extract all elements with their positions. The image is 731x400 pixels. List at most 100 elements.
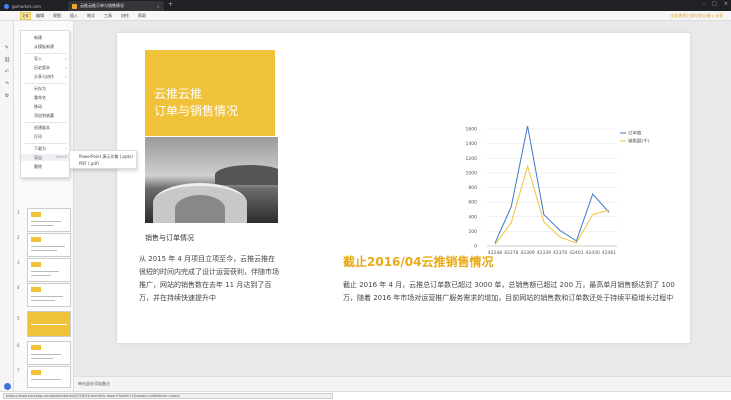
doc-favicon-icon xyxy=(72,3,77,9)
legend-label: 订单数 xyxy=(628,130,642,137)
file-menu-item[interactable]: 移动 xyxy=(21,103,71,110)
link-icon[interactable]: ⛓ xyxy=(4,57,10,63)
slide-number: 7 xyxy=(17,368,20,373)
slide-canvas[interactable]: 云推云推 订单与销售情况 销售与订单情况 从 2015 年 4 月项目立项至今，… xyxy=(117,33,690,343)
hotkey-label: Ctrl+E xyxy=(55,155,67,159)
right-paragraph[interactable]: 截止 2016 年 4 月，云推总订单数已超过 3000 单，总销售额已超过 2… xyxy=(343,279,687,305)
y-tick-label: 1200 xyxy=(466,156,478,162)
maximize-icon[interactable]: □ xyxy=(712,1,717,7)
undo-icon[interactable]: ↶ xyxy=(4,69,10,75)
series-line xyxy=(494,164,610,245)
menu-item-label: 新建 xyxy=(34,35,42,40)
menu-item-label: 重命名 xyxy=(34,95,46,100)
boat-photo[interactable] xyxy=(145,137,278,223)
file-menu-item[interactable]: 新建 xyxy=(21,34,71,41)
chevron-right-icon: › xyxy=(65,74,67,79)
x-tick-label: 42309 xyxy=(520,250,534,256)
menu-item-label: 创建副本 xyxy=(34,125,50,130)
slide-title-line2: 订单与销售情况 xyxy=(154,104,239,118)
x-tick-label: 42339 xyxy=(537,250,551,256)
menu-item-label: 历史版本 xyxy=(34,65,50,70)
slide-thumbnail[interactable] xyxy=(27,283,71,307)
menu-insert[interactable]: 插入 xyxy=(70,13,78,19)
file-menu-item[interactable]: 打印 xyxy=(21,133,71,140)
export-pdf-item[interactable]: PDF (.pdf) xyxy=(70,160,138,167)
menu-divider xyxy=(25,143,67,144)
file-menu-item[interactable]: 删除 xyxy=(21,163,71,170)
slide-number: 6 xyxy=(17,343,20,348)
file-menu-item[interactable]: 重命名 xyxy=(21,94,71,101)
menu-collab[interactable]: 协作 xyxy=(121,13,129,19)
menu-item-label: 导入 xyxy=(34,56,42,61)
notes-area[interactable]: 单击此处添加备注 xyxy=(74,376,731,391)
file-menu-item[interactable]: 导入 › xyxy=(21,55,71,62)
redo-icon[interactable]: ↷ xyxy=(4,81,10,87)
site-favicon-icon xyxy=(4,3,9,9)
x-tick-label: 42278 xyxy=(504,250,518,256)
browser-tab-active[interactable]: 云推云推订单与销售情况 × xyxy=(68,1,164,11)
file-dropdown-menu: 新建 从模板新建 导入 › 历史版本 › 分享与协作 › 另存为 重命名 移动 添加到收藏 创建副本 打印… xyxy=(20,30,71,178)
file-menu-item[interactable]: 创建副本 xyxy=(21,124,71,131)
file-menu-item[interactable]: 从模板新建 xyxy=(21,43,71,50)
y-tick-label: 600 xyxy=(468,200,477,206)
slide-number: 2 xyxy=(17,235,20,240)
section-heading[interactable]: 销售与订单情况 xyxy=(145,233,194,243)
menu-help[interactable]: 帮助 xyxy=(138,13,146,19)
slide-number: 3 xyxy=(17,260,20,265)
menu-edit[interactable]: 编辑 xyxy=(36,13,44,19)
slide-thumbnail[interactable] xyxy=(27,341,71,365)
browser-tab[interactable]: gomarket.com xyxy=(0,1,66,11)
close-tab-icon[interactable]: × xyxy=(157,4,160,9)
export-submenu: PowerPoint 演示文稿 (.pptx) PDF (.pdf) xyxy=(69,150,137,169)
close-window-icon[interactable]: × xyxy=(724,1,728,7)
slide-title-line1: 云推云推 xyxy=(154,87,203,101)
menu-divider xyxy=(25,122,67,123)
menu-format[interactable]: 格式 xyxy=(87,13,95,19)
y-tick-label: 1400 xyxy=(466,141,478,147)
file-menu-button[interactable]: 文件 xyxy=(20,12,31,20)
x-tick-label: 42461 xyxy=(602,250,616,256)
y-tick-label: 1000 xyxy=(466,170,478,176)
left-icon-bar: ✎ ⛓ ↶ ↷ ⚙ xyxy=(0,21,14,391)
file-menu-item[interactable]: 分享与协作 › xyxy=(21,73,71,80)
menu-divider xyxy=(25,53,67,54)
file-menu-item[interactable]: 导出 Ctrl+E xyxy=(21,154,71,161)
left-paragraph[interactable]: 从 2015 年 4 月项目立项至今，云推云推在很短的时间内完成了设计运营获利，… xyxy=(139,253,279,305)
menu-divider xyxy=(25,83,67,84)
save-status[interactable]: 全部更改已保存到云端 ▸ 分享 xyxy=(670,13,723,19)
slide-thumbnail[interactable] xyxy=(27,208,71,232)
x-tick-label: 42370 xyxy=(553,250,567,256)
slide-thumbnail[interactable] xyxy=(27,233,71,257)
slide-thumbnail-active[interactable] xyxy=(27,311,71,337)
menu-item-label: 从模板新建 xyxy=(34,44,54,49)
chevron-right-icon: › xyxy=(65,146,67,151)
format-icon[interactable]: ⚙ xyxy=(4,93,10,99)
file-menu-item[interactable]: 另存为 xyxy=(21,85,71,92)
chevron-right-icon: › xyxy=(65,65,67,70)
menu-item-label: 添加到收藏 xyxy=(34,113,54,118)
slide-thumbnail[interactable] xyxy=(27,258,71,282)
x-tick-label: 42401 xyxy=(569,250,583,256)
menu-item-label: 下载为 xyxy=(34,146,46,151)
assistant-icon[interactable] xyxy=(4,383,11,390)
file-menu-item[interactable]: 历史版本 › xyxy=(21,64,71,71)
file-menu-item[interactable]: 下载为 › xyxy=(21,145,71,152)
menu-tools[interactable]: 工具 xyxy=(104,13,112,19)
tab-title: gomarket.com xyxy=(12,3,41,9)
edit-icon[interactable]: ✎ xyxy=(4,45,10,51)
y-tick-label: 800 xyxy=(468,185,477,191)
browser-tab-bar: gomarket.com 云推云推订单与销售情况 × + – □ × xyxy=(0,0,731,11)
slide-number: 1 xyxy=(17,210,20,215)
menu-view[interactable]: 视图 xyxy=(53,13,61,19)
title-box[interactable]: 云推云推 订单与销售情况 xyxy=(145,50,275,136)
menu-item-label: 导出 xyxy=(34,155,42,160)
slide-thumbnail[interactable] xyxy=(27,366,71,388)
line-chart[interactable]: 0200400600800100012001400160042248 42278 4… xyxy=(442,123,692,265)
menu-bar: 编辑 视图 插入 格式 工具 协作 帮助 xyxy=(36,11,146,21)
new-tab-icon[interactable]: + xyxy=(168,1,173,8)
tab-title: 云推云推订单与销售情况 xyxy=(80,3,124,8)
export-pptx-item[interactable]: PowerPoint 演示文稿 (.pptx) xyxy=(70,153,138,160)
file-menu-item[interactable]: 添加到收藏 xyxy=(21,112,71,119)
minimize-icon[interactable]: – xyxy=(703,1,706,7)
slide-number: 4 xyxy=(17,285,20,290)
